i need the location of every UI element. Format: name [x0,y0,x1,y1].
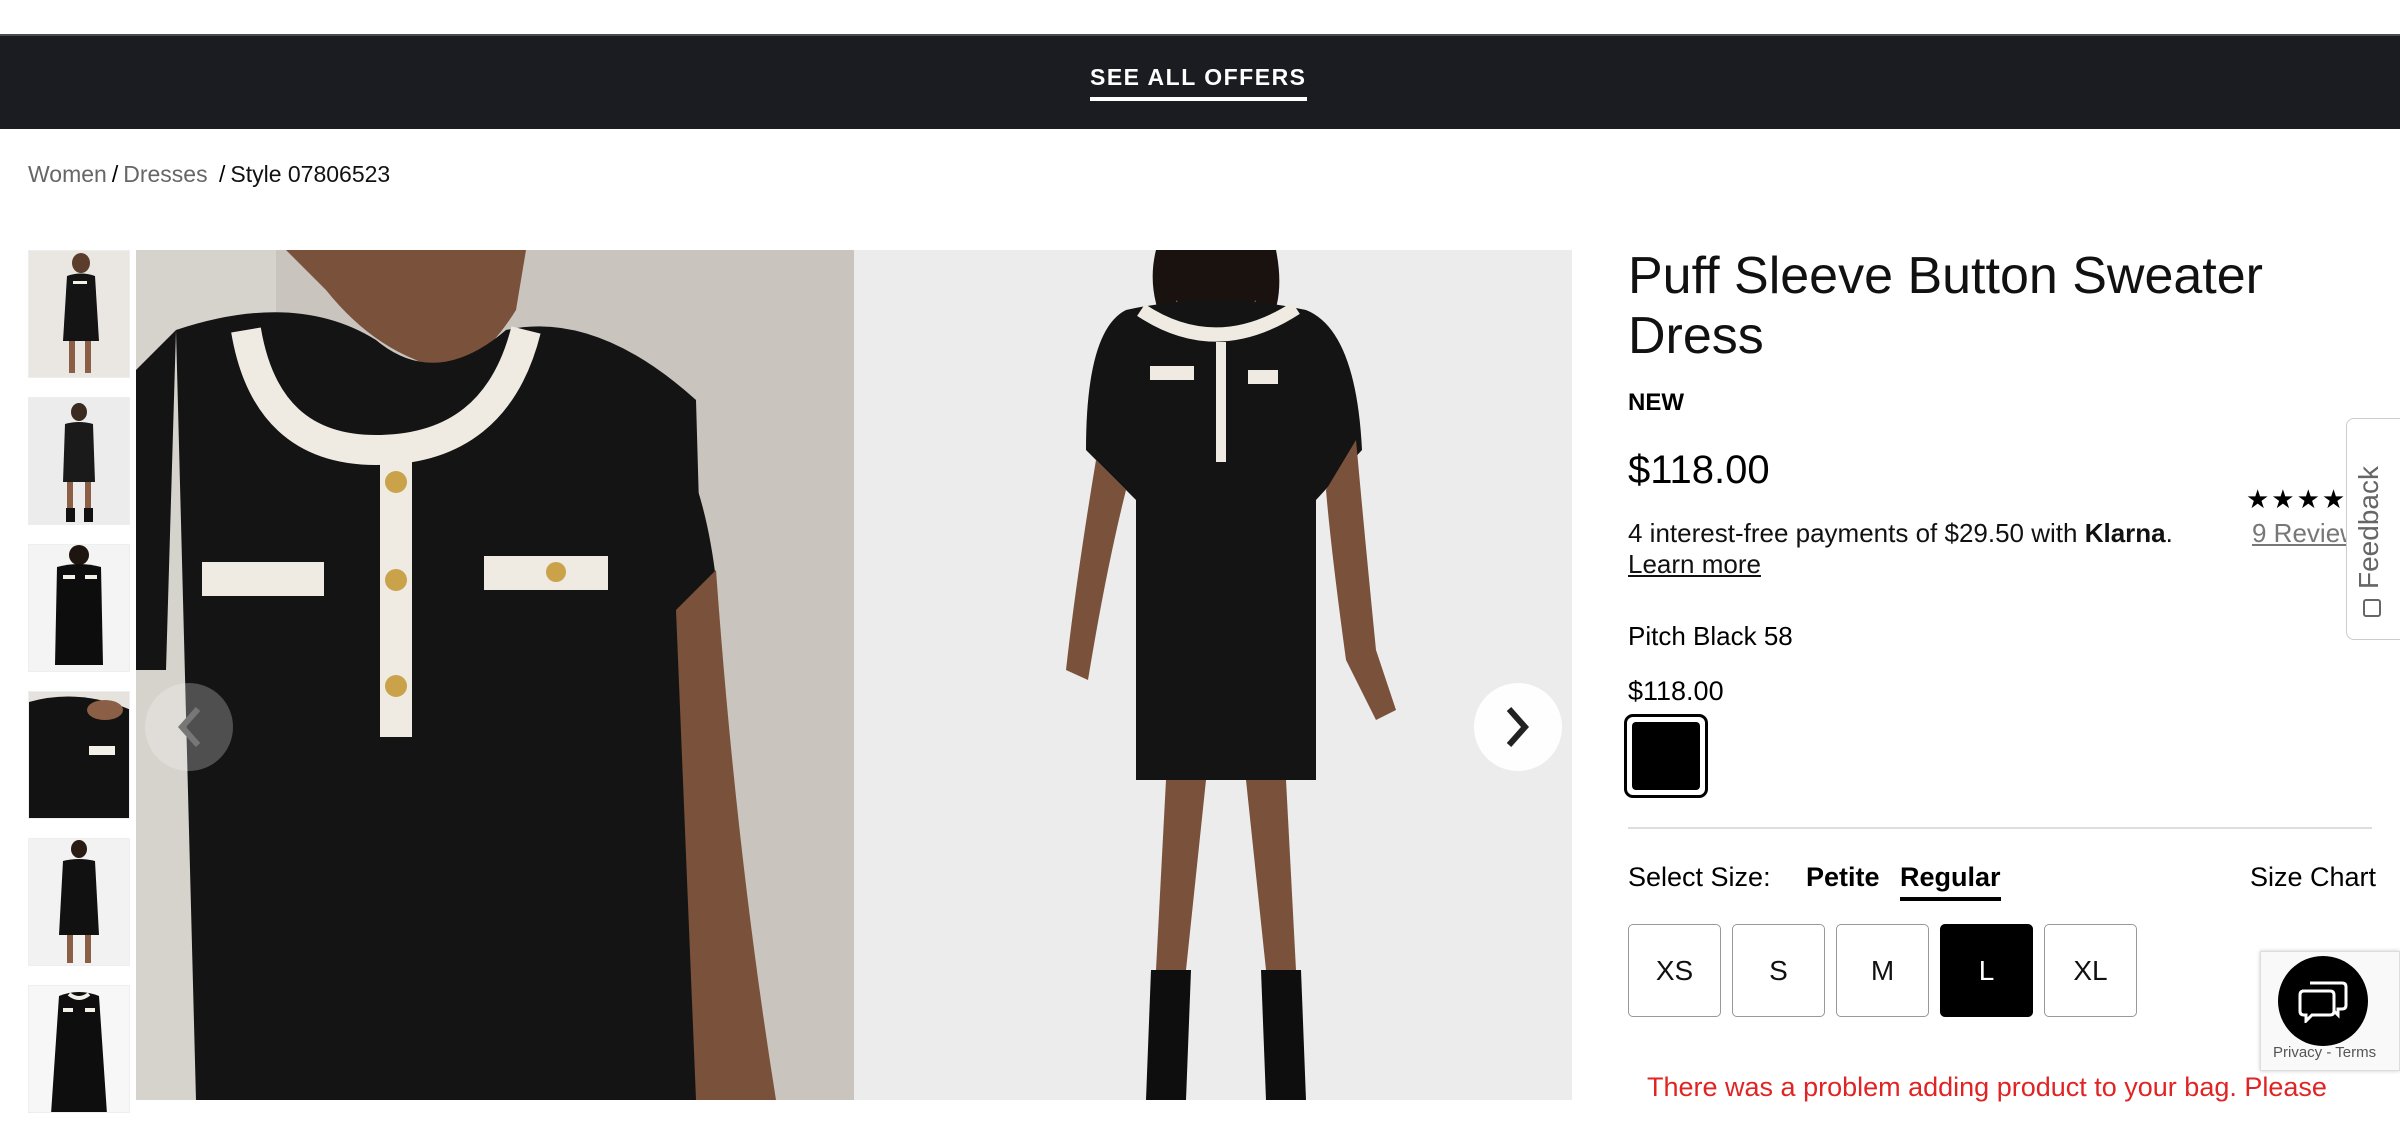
thumbnail-4[interactable] [28,691,130,819]
carousel-prev-button[interactable] [145,683,233,771]
product-price: $118.00 [1628,448,1770,492]
feedback-tab[interactable]: Feedback [2346,418,2400,640]
size-options: XS S M L XL [1628,924,2137,1017]
thumbnail-2[interactable] [28,397,130,525]
recaptcha-terms[interactable]: Privacy - Terms [2273,1044,2376,1061]
breadcrumb-women[interactable]: Women [28,161,107,187]
thumbnail-1[interactable] [28,250,130,378]
chat-icon [2298,981,2348,1023]
rating-stars: ★★★★ [2246,484,2348,514]
breadcrumb: Women / Dresses / Style 07806523 [28,161,390,188]
breadcrumb-separator: / [218,161,226,187]
breadcrumb-separator: / [111,161,119,187]
product-image-carousel [136,250,1572,1100]
size-button-xs[interactable]: XS [1628,924,1721,1017]
select-size-label: Select Size: [1628,862,1771,892]
carousel-next-button[interactable] [1474,683,1562,771]
size-button-l[interactable]: L [1940,924,2033,1017]
divider [1628,827,2372,829]
new-badge: NEW [1628,389,1684,416]
klarna-logo: Klarna [2084,518,2166,548]
learn-more-link[interactable]: Learn more [1628,549,1761,579]
klarna-text: 4 interest-free payments of $29.50 with [1628,518,2078,548]
thumbnail-list [28,250,132,1132]
chevron-right-icon [1506,707,1530,747]
thumbnail-3[interactable] [28,544,130,672]
product-hero-images [136,250,1572,1100]
thumbnail-6[interactable] [28,985,130,1113]
size-button-xl[interactable]: XL [2044,924,2137,1017]
fit-tab-petite[interactable]: Petite [1806,862,1880,893]
chevron-left-icon [177,707,201,747]
thumbnail-5[interactable] [28,838,130,966]
offers-banner: SEE ALL OFFERS [0,34,2400,129]
swatch-fill [1632,722,1700,790]
see-all-offers-link[interactable]: SEE ALL OFFERS [1090,64,1307,101]
product-title: Puff Sleeve Button Sweater Dress [1628,247,2263,365]
breadcrumb-dresses[interactable]: Dresses [123,161,207,187]
add-to-bag-error: There was a problem adding product to yo… [1647,1072,2327,1102]
feedback-label: Feedback [2353,466,2384,589]
size-button-m[interactable]: M [1836,924,1929,1017]
fit-tab-regular[interactable]: Regular [1900,862,2001,901]
color-swatch-pitch-black[interactable] [1624,714,1708,798]
color-price: $118.00 [1628,676,1724,706]
klarna-message: 4 interest-free payments of $29.50 with … [1628,518,2173,579]
feedback-icon [2363,599,2381,617]
size-button-s[interactable]: S [1732,924,1825,1017]
breadcrumb-style: Style 07806523 [230,161,391,187]
size-chart-link[interactable]: Size Chart [2250,862,2376,893]
color-name: Pitch Black 58 [1628,621,1793,651]
chat-button[interactable] [2278,956,2368,1046]
reviews-link[interactable]: 9 Review [2252,518,2359,549]
